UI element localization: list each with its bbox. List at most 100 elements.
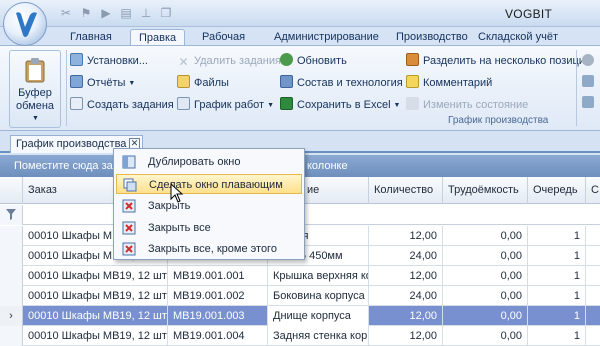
files-button[interactable]: Файлы [177,74,229,92]
table-row[interactable]: 00010 Шкафы МВ19, 12 шт МВ19.001.002 Бок… [0,286,600,306]
cell-quantity: 24,00 [369,246,443,266]
chevron-down-icon: ▼ [267,102,275,109]
download-icon[interactable] [582,75,594,87]
split-icon [406,53,419,66]
export-icon[interactable] [582,96,594,108]
tools-icon[interactable]: ✂ [58,5,74,21]
table-row[interactable]: 00010 Шкафы МВ19, 12 шт МВ19.001.001 Кры… [0,266,600,286]
ribbon-extra-icons [582,54,594,108]
settings-button[interactable]: Установки... [70,52,148,70]
state-icon [406,97,419,110]
column-header-labor[interactable]: Трудоёмкость [443,177,528,204]
cell-labor: 0,00 [443,306,528,326]
pages-icon[interactable]: ❐ [158,5,174,21]
clipboard-button[interactable]: Буфер обмена ▼ [9,50,61,128]
composition-technology-button[interactable]: Состав и технология [280,74,403,92]
chevron-down-icon: ▼ [393,102,401,109]
mouse-cursor-icon [170,183,184,203]
play-icon[interactable]: ▶ [98,5,114,21]
cell-quantity: 12,00 [369,266,443,286]
comment-button[interactable]: Комментарий [406,74,492,92]
table-row-selected[interactable]: › 00010 Шкафы МВ19, 12 шт МВ19.001.003 Д… [0,306,600,326]
reports-icon [70,75,83,88]
menu-item-close-all[interactable]: Закрыть все [116,218,302,238]
clipboard-label: Буфер обмена [15,87,55,112]
column-header-extra[interactable]: С [586,177,600,204]
refresh-icon [280,53,293,66]
row-indicator [0,266,23,286]
app-logo-button[interactable] [3,2,47,46]
reports-button[interactable]: Отчёты ▼ [70,74,135,92]
work-schedule-button[interactable]: График работ ▼ [177,96,274,114]
chevron-down-icon: ▼ [128,80,136,87]
cell-order: 00010 Шкафы МВ19, 12 шт [23,286,168,306]
close-others-icon [122,242,136,256]
cell-queue: 1 [528,226,586,246]
table-row[interactable]: 00010 Шкафы МВ19, 12 шт МВ19.001.004 Зад… [0,326,600,346]
column-header-queue[interactable]: Очередь [528,177,586,204]
document-icon[interactable]: ▤ [118,5,134,21]
ribbon-tabs: Главная Правка Рабочая Администрирование… [0,27,600,46]
calendar-icon [70,97,83,110]
cell-order: 00010 Шкафы МВ19, 12 шт [23,306,168,326]
refresh-button[interactable]: Обновить [280,52,347,70]
filter-icon [6,209,16,220]
logo-v-icon [16,12,37,37]
structure-icon [280,75,293,88]
tab-warehouse[interactable]: Складской учёт [470,29,566,46]
cell-name: Боковина корпуса [268,286,369,306]
cell-quantity: 12,00 [369,326,443,346]
tab-edit[interactable]: Правка [130,29,186,46]
split-positions-button[interactable]: Разделить на несколько позиций [406,52,591,70]
document-tab-context-menu: Дублировать окно Сделать окно плавающим … [113,148,305,260]
cell-queue: 1 [528,286,586,306]
menu-item-close-all-but-this[interactable]: Закрыть все, кроме этого [116,239,302,259]
cell-quantity: 12,00 [369,226,443,246]
column-header-quantity[interactable]: Количество [369,177,443,204]
row-indicator [0,286,23,306]
menu-item-float-window[interactable]: Сделать окно плавающим [116,174,302,194]
row-indicator [0,246,23,266]
cell-quantity: 24,00 [369,286,443,306]
group-panel-hint: Поместите сюда заго [14,160,123,172]
record-icon[interactable] [582,54,594,66]
filter-indicator [0,205,23,225]
ribbon-group-label: График производства [448,115,549,126]
cell-name-focused[interactable]: Днище корпуса [268,306,369,326]
folder-icon [177,75,190,88]
clipboard-dropdown-arrow: ▼ [32,115,39,122]
quick-access-toolbar: ✂ ⚑ ▶ ▤ ⊥ ❐ [58,5,174,21]
flag-icon[interactable]: ⚑ [78,5,94,21]
save-excel-button[interactable]: Сохранить в Excel ▼ [280,96,400,114]
excel-icon [280,97,293,110]
duplicate-window-icon [122,155,136,169]
row-indicator [0,226,23,246]
cell-queue: 1 [528,266,586,286]
cell-labor: 0,00 [443,246,528,266]
tree-icon[interactable]: ⊥ [138,5,154,21]
tab-work[interactable]: Рабочая [194,29,253,46]
current-row-arrow-icon: › [0,306,23,326]
cell-queue: 1 [528,306,586,326]
header-indicator [0,177,23,204]
clipboard-icon [25,58,45,83]
create-tasks-button[interactable]: Создать задания [70,96,174,114]
delete-tasks-button[interactable]: ✕ Удалить задания [177,52,280,70]
cell-quantity: 12,00 [369,306,443,326]
cell-name: Крышка верхняя корп [268,266,369,286]
close-all-icon [122,221,136,235]
change-state-button[interactable]: Изменить состояние [406,96,528,114]
menu-item-close[interactable]: Закрыть [116,196,302,216]
close-icon: ✕ [178,55,189,69]
menu-item-duplicate-window[interactable]: Дублировать окно [116,152,302,172]
cell-code: МВ19.001.001 [168,266,268,286]
cell-order: 00010 Шкафы МВ19, 12 шт [23,266,168,286]
group-panel-hint-end: колонке [307,160,348,172]
tab-production[interactable]: Производство [388,29,476,46]
tab-home[interactable]: Главная [62,29,120,46]
tab-administration[interactable]: Администрирование [266,29,387,46]
ribbon-separator [66,50,67,126]
comment-icon [406,75,419,88]
cell-queue: 1 [528,326,586,346]
title-bar: ✂ ⚑ ▶ ▤ ⊥ ❐ VOGBIT [0,0,600,27]
